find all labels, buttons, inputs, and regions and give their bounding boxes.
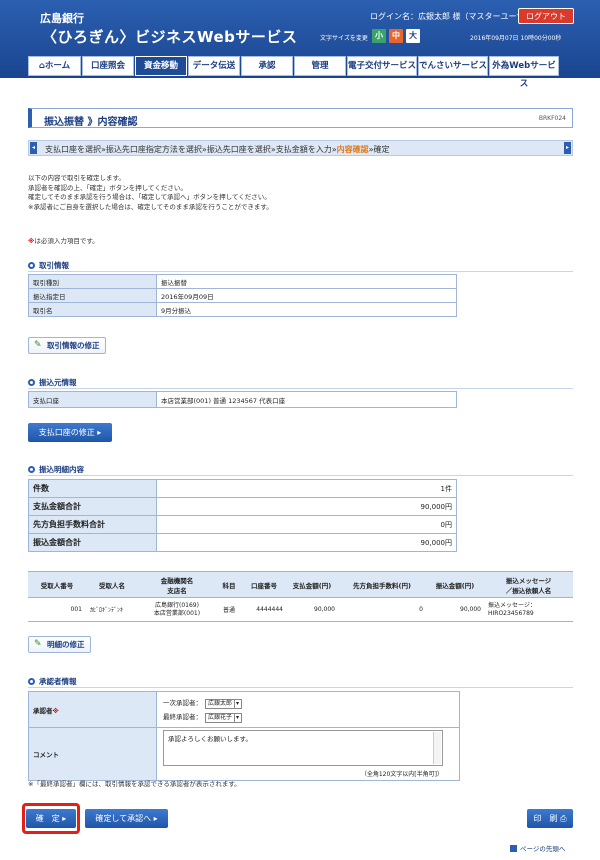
page-top-link[interactable]: ページの先頭へ <box>510 843 565 853</box>
final-approver-select[interactable]: 広銀花子 ▾ <box>205 712 243 723</box>
source-info-heading: 振込元情報 <box>28 377 77 388</box>
approver-info-heading: 承認者情報 <box>28 676 77 687</box>
page-title-box: 振込振替 》内容確認 BRKF024 <box>28 108 573 128</box>
table-row: 取引種別 振込振替 <box>28 274 457 289</box>
global-nav: ⌂ホーム 口座照会 資金移動 データ伝送 承認 管理 電子交付サービス でんさい… <box>28 56 560 89</box>
table-row: 001 ｶﾋﾞﾛｷﾞﾝﾃﾞﾝｷ 広島銀行(0169) 本店営業部(001) 普通 … <box>28 597 573 622</box>
current-step: 内容確認 <box>336 145 369 154</box>
intro-text: 以下の内容で取引を確定します。 承認者を確認の上、「確定」ボタンを押してください… <box>28 174 273 211</box>
detail-info-heading: 振込明細内容 <box>28 464 84 475</box>
logout-button[interactable]: ログアウト <box>518 8 574 24</box>
steps-text: 支払口座を選択»振込先口座指定方法を選択»振込先口座を選択»支払金額を入力»内容… <box>45 145 390 154</box>
table-header-row: 受取人番号 受取人名 金融機関名 支店名 科目 口座番号 支払金額(円) 先方負… <box>28 571 573 598</box>
edit-source-account-button[interactable]: 支払口座の修正 ▸ <box>28 423 112 442</box>
bank-logo[interactable]: 広島銀行 <box>40 10 84 26</box>
arrow-right-icon: ▸ <box>153 814 158 823</box>
fontsize-small-button[interactable]: 小 <box>372 29 386 43</box>
login-info: ログイン名：広銀太郎 様（マスターユーザ） <box>370 12 533 21</box>
page-title: 振込振替 》内容確認 <box>44 117 138 128</box>
transaction-info-table: 取引種別 振込振替 振込指定日 2016年09月09日 取引名 9月分振込 <box>28 274 457 317</box>
section-divider <box>28 388 573 389</box>
table-row: 取引名 9月分振込 <box>28 302 457 317</box>
table-row: 支払金額合計 90,000円 <box>28 497 457 516</box>
confirm-button[interactable]: 確 定 ▸ <box>26 809 76 828</box>
nav-approval[interactable]: 承認 <box>241 56 293 76</box>
source-info-table: 支払口座 本店営業部(001) 普通 1234567 代表口座 <box>28 391 457 408</box>
fontsize-medium-button[interactable]: 中 <box>389 29 403 43</box>
step-indicator: ◂ 支払口座を選択»振込先口座指定方法を選択»振込先口座を選択»支払金額を入力»… <box>28 140 573 156</box>
first-approver-select[interactable]: 広銀太郎 ▾ <box>205 698 243 709</box>
edit-transaction-button[interactable]: ✎ 取引情報の修正 <box>28 337 106 354</box>
nav-forex[interactable]: 外為Webサービス <box>489 56 559 89</box>
chevron-down-icon: ▾ <box>234 713 240 722</box>
printer-icon: ⎙ <box>560 814 567 823</box>
service-name: 〈ひろぎん〉ビジネスWebサービス <box>42 28 298 46</box>
table-row: 振込金額合計 90,000円 <box>28 533 457 552</box>
nav-management[interactable]: 管理 <box>294 56 346 76</box>
section-bullet-icon <box>28 379 35 386</box>
nav-funds-transfer[interactable]: 資金移動 <box>135 56 187 76</box>
char-limit-note: （全角120文字以内[半角可]） <box>360 771 443 778</box>
comment-textarea[interactable]: 承認よろしくお願いします。 <box>163 730 443 766</box>
table-row: 先方負担手数料合計 0円 <box>28 515 457 534</box>
step-left-arrow-icon: ◂ <box>30 142 37 154</box>
table-row: 支払口座 本店営業部(001) 普通 1234567 代表口座 <box>28 391 457 408</box>
approver-footnote: ※「最終承認者」欄には、取引情報を承認できる承認者が表示されます。 <box>28 780 241 788</box>
nav-home[interactable]: ⌂ホーム <box>28 56 81 76</box>
nav-densai[interactable]: でんさいサービス <box>418 56 488 76</box>
approver-table: 承認者※ 一次承認者： 広銀太郎 ▾ 最終承認者： 広銀花子 ▾ コメント 承認よろしく… <box>28 691 460 781</box>
confirm-and-approve-button[interactable]: 確定して承認へ ▸ <box>85 809 168 828</box>
arrow-right-icon: ▸ <box>62 814 67 823</box>
step-right-arrow-icon: ▸ <box>564 142 571 154</box>
table-row: コメント 承認よろしくお願いします。 （全角120文字以内[半角可]） <box>28 727 460 781</box>
screen-code: BRKF024 <box>538 115 566 122</box>
section-divider <box>28 687 573 688</box>
section-bullet-icon <box>28 262 35 269</box>
pencil-icon: ✎ <box>34 639 42 649</box>
section-bullet-icon <box>28 678 35 685</box>
table-row: 承認者※ 一次承認者： 広銀太郎 ▾ 最終承認者： 広銀花子 ▾ <box>28 691 460 728</box>
header: 広島銀行 〈ひろぎん〉ビジネスWebサービス ログイン名：広銀太郎 様（マスター… <box>0 0 600 89</box>
header-divider <box>0 76 600 78</box>
section-divider <box>28 271 573 272</box>
detail-summary-table: 件数 1件 支払金額合計 90,000円 先方負担手数料合計 0円 振込金額合計 90,… <box>28 479 457 552</box>
required-note: ※は必須入力項目です。 <box>28 237 99 245</box>
comment-scrollbar[interactable] <box>433 732 441 764</box>
print-button[interactable]: 印 刷 ⎙ <box>527 809 573 828</box>
arrow-right-icon: ▸ <box>97 428 102 437</box>
fontsize-label: 文字サイズを変更 <box>320 35 368 42</box>
table-row: 振込指定日 2016年09月09日 <box>28 288 457 303</box>
edit-detail-button[interactable]: ✎ 明細の修正 <box>28 636 91 653</box>
section-divider <box>28 475 573 476</box>
transaction-info-heading: 取引情報 <box>28 260 69 271</box>
chevron-down-icon: ▾ <box>234 699 240 708</box>
transfer-detail-table: 受取人番号 受取人名 金融機関名 支店名 科目 口座番号 支払金額(円) 先方負… <box>28 571 573 622</box>
fontsize-large-button[interactable]: 大 <box>406 29 420 43</box>
nav-e-delivery[interactable]: 電子交付サービス <box>347 56 417 76</box>
table-row: 件数 1件 <box>28 479 457 498</box>
section-bullet-icon <box>28 466 35 473</box>
arrow-up-icon <box>510 845 517 852</box>
nav-account-inquiry[interactable]: 口座照会 <box>82 56 134 76</box>
pencil-icon: ✎ <box>34 340 42 350</box>
nav-data-transfer[interactable]: データ伝送 <box>188 56 240 76</box>
datetime: 2016年09月07日 10時00分00秒 <box>470 35 562 42</box>
